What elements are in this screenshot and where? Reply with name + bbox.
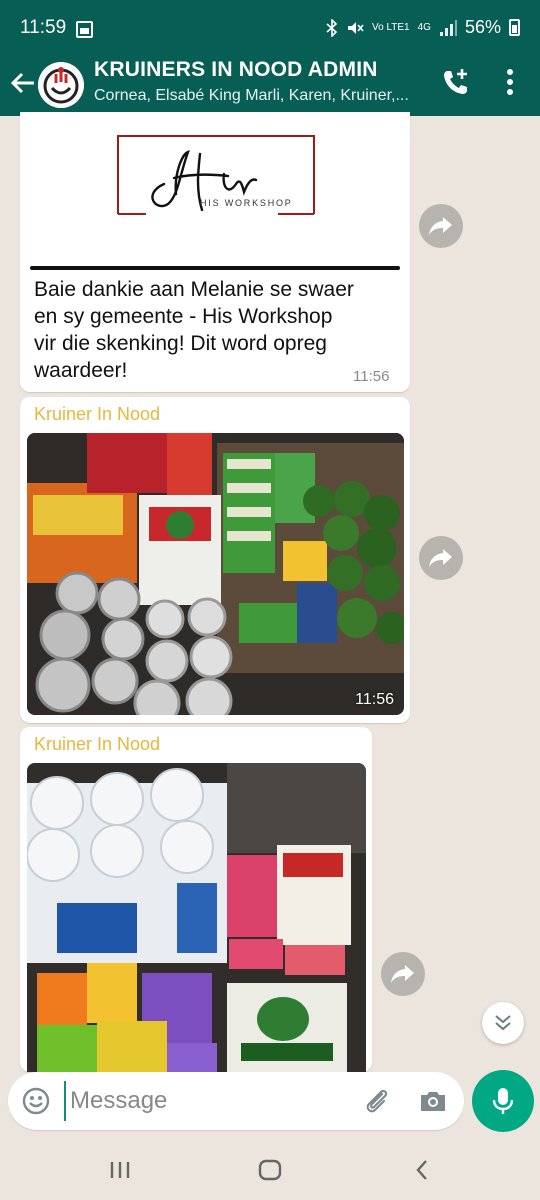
emoji-icon[interactable] bbox=[21, 1086, 51, 1116]
image-time: 11:56 bbox=[355, 691, 394, 708]
forward-button[interactable] bbox=[419, 536, 463, 580]
signal-icon bbox=[439, 19, 457, 36]
logo-underline bbox=[30, 266, 400, 270]
forward-button[interactable] bbox=[419, 204, 463, 248]
network-type: 4G bbox=[417, 21, 431, 33]
forward-icon bbox=[391, 965, 414, 983]
his-workshop-logo: HIS WORKSHOP bbox=[116, 134, 316, 218]
message-composer bbox=[8, 1072, 464, 1130]
camera-icon[interactable] bbox=[418, 1086, 448, 1116]
message-input[interactable] bbox=[64, 1081, 344, 1121]
system-nav-bar bbox=[0, 1140, 540, 1200]
chevron-down-icon bbox=[495, 1015, 511, 1031]
message-text: Baie dankie aan Melanie se swaer en sy g… bbox=[34, 278, 354, 382]
gallery-notification-icon bbox=[76, 21, 93, 38]
battery-icon bbox=[509, 19, 520, 36]
sender-name[interactable]: Kruiner In Nood bbox=[34, 734, 160, 755]
message-image[interactable]: 11:56 bbox=[27, 433, 404, 715]
mic-button[interactable] bbox=[472, 1070, 534, 1132]
battery-percent: 56% bbox=[464, 17, 501, 37]
status-bar: 11:59 Vo LTE1 4G 56% bbox=[0, 0, 540, 58]
scroll-down-button[interactable] bbox=[482, 1002, 524, 1044]
back-nav-button[interactable] bbox=[402, 1152, 442, 1188]
sender-name[interactable]: Kruiner In Nood bbox=[34, 404, 160, 425]
message-bubble[interactable]: Kruiner In Nood bbox=[20, 397, 410, 723]
home-icon bbox=[258, 1159, 282, 1181]
back-nav-icon bbox=[416, 1160, 427, 1180]
back-arrow-icon[interactable] bbox=[8, 68, 38, 106]
more-vert-icon[interactable] bbox=[498, 66, 522, 98]
message-bubble[interactable]: Kruiner In Nood bbox=[20, 727, 372, 1072]
status-icons: Vo LTE1 4G 56% bbox=[326, 17, 520, 38]
add-call-icon[interactable] bbox=[440, 66, 472, 98]
mic-icon bbox=[492, 1088, 514, 1114]
chat-header: KRUINERS IN NOOD ADMIN Cornea, Elsabé Ki… bbox=[0, 58, 540, 116]
message-bubble[interactable]: HIS WORKSHOP Baie dankie aan Melanie se … bbox=[20, 112, 410, 392]
message-time: 11:56 bbox=[353, 368, 390, 385]
status-time: 11:59 bbox=[20, 17, 67, 38]
mute-icon bbox=[348, 21, 364, 34]
forward-icon bbox=[429, 217, 452, 235]
forward-button[interactable] bbox=[381, 952, 425, 996]
forward-icon bbox=[429, 549, 452, 567]
attach-icon[interactable] bbox=[362, 1086, 392, 1116]
recents-icon bbox=[110, 1162, 130, 1178]
volte-label: Vo LTE1 bbox=[372, 21, 410, 33]
group-members[interactable]: Cornea, Elsabé King Marli, Karen, Kruine… bbox=[94, 87, 419, 105]
message-image[interactable] bbox=[27, 763, 366, 1072]
bluetooth-icon bbox=[326, 18, 338, 37]
group-avatar[interactable] bbox=[38, 62, 84, 108]
group-title[interactable]: KRUINERS IN NOOD ADMIN bbox=[94, 58, 378, 82]
recents-button[interactable] bbox=[100, 1152, 140, 1188]
home-button[interactable] bbox=[250, 1152, 290, 1188]
logo-subtext: HIS WORKSHOP bbox=[200, 198, 293, 208]
